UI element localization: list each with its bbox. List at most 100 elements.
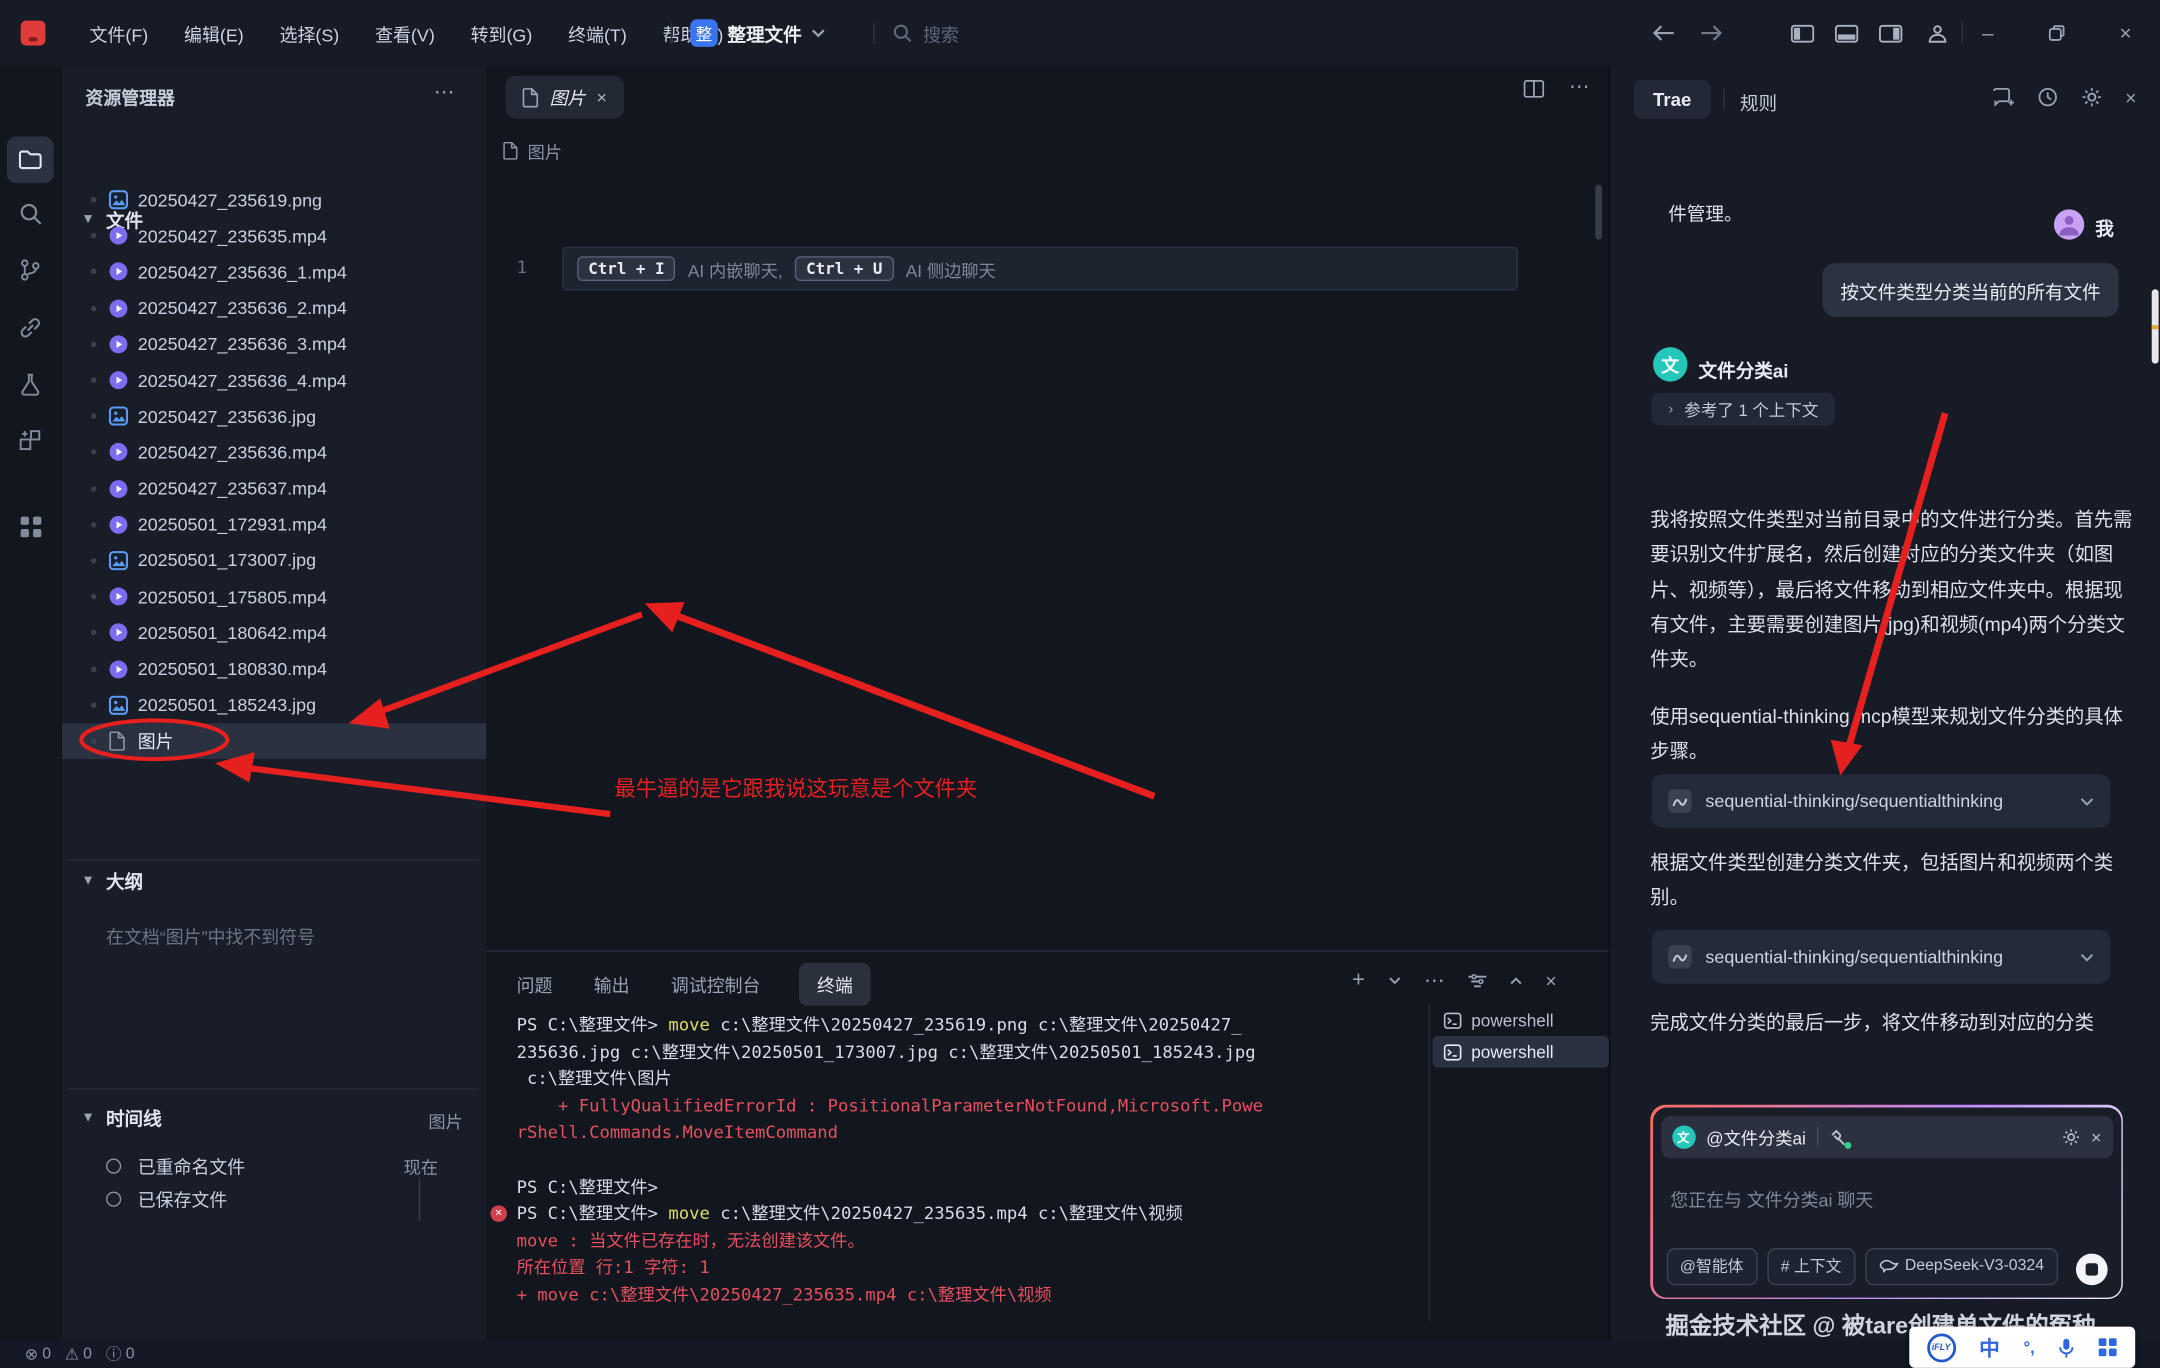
panel-tab-问题[interactable]: 问题 — [514, 963, 555, 1006]
file-row[interactable]: 20250427_235636_2.mp4 — [62, 290, 486, 326]
nav-back-button[interactable] — [1648, 17, 1681, 50]
file-row[interactable]: 20250427_235635.mp4 — [62, 218, 486, 254]
timeline-section-header[interactable]: ▼ 时间线 — [81, 1103, 161, 1131]
restore-button[interactable] — [2040, 17, 2073, 50]
chat-input-placeholder[interactable]: 您正在与 文件分类ai 聊天 — [1670, 1185, 1873, 1211]
file-row[interactable]: 20250427_235636_4.mp4 — [62, 362, 486, 398]
chevron-down-icon — [2080, 953, 2094, 961]
tab-trae[interactable]: Trae — [1634, 80, 1711, 119]
settings-gear-icon[interactable] — [2081, 87, 2102, 109]
ime-toolbar: iFLY 中 °, — [1909, 1327, 2135, 1368]
file-row[interactable]: 20250427_235636_1.mp4 — [62, 254, 486, 290]
ime-panel-grid-icon[interactable] — [2099, 1338, 2118, 1357]
toggle-bottom-panel-button[interactable] — [1829, 17, 1862, 50]
timeline-dot-icon — [106, 1191, 121, 1206]
menu-item[interactable]: 转到(G) — [453, 20, 551, 46]
tool-name: sequential-thinking/sequentialthinking — [1705, 791, 2066, 812]
chip-上下文[interactable]: # 上下文 — [1767, 1247, 1855, 1284]
menu-item[interactable]: 查看(V) — [357, 20, 453, 46]
file-row[interactable]: 20250427_235636.jpg — [62, 398, 486, 434]
timeline-item[interactable]: 已重命名文件现在 — [62, 1149, 486, 1182]
file-row[interactable]: 20250501_180642.mp4 — [62, 615, 486, 651]
mcp-tool-card-2[interactable]: sequential-thinking/sequentialthinking — [1652, 930, 2111, 984]
close-window-button[interactable]: × — [2109, 17, 2142, 50]
menu-item[interactable]: 编辑(E) — [166, 20, 262, 46]
file-row[interactable]: 20250501_173007.jpg — [62, 543, 486, 579]
minimize-button[interactable]: – — [1971, 17, 2004, 50]
apps-grid-icon[interactable] — [7, 503, 54, 550]
stop-generation-button[interactable] — [2075, 1253, 2107, 1285]
timeline-item[interactable]: 已保存文件 — [62, 1182, 486, 1215]
panel-close-icon[interactable]: × — [1545, 970, 1556, 992]
file-row[interactable]: 20250501_185243.jpg — [62, 687, 486, 723]
nav-forward-button[interactable] — [1694, 17, 1727, 50]
file-row[interactable]: 20250427_235619.png — [62, 182, 486, 218]
chat-close-icon[interactable]: × — [2091, 1126, 2101, 1147]
outline-section-header[interactable]: ▼ 大纲 — [81, 866, 143, 894]
new-terminal-icon[interactable]: + — [1352, 968, 1365, 993]
test-flask-icon[interactable] — [7, 361, 54, 408]
panel-maximize-icon[interactable] — [1510, 977, 1522, 985]
problem-counter[interactable]: ⚠0 — [65, 1344, 92, 1363]
ime-punctuation-toggle[interactable]: °, — [2023, 1338, 2034, 1357]
panel-tab-输出[interactable]: 输出 — [591, 963, 632, 1006]
search-sidebar-icon[interactable] — [7, 190, 54, 237]
chat-settings-gear-icon[interactable] — [2062, 1128, 2080, 1146]
problem-counter[interactable]: ⓘ0 — [106, 1343, 135, 1365]
ime-language-toggle[interactable]: 中 — [1979, 1333, 2000, 1362]
file-row[interactable]: 20250427_235636.mp4 — [62, 434, 486, 470]
problem-counter[interactable]: ⊗0 — [25, 1344, 51, 1363]
terminal-dropdown-icon[interactable] — [1388, 977, 1400, 985]
model-selector-chip[interactable]: DeepSeek-V3-0324 — [1865, 1247, 2058, 1284]
terminal-instance-row[interactable]: powershell — [1433, 1036, 1609, 1068]
panel-more-icon[interactable]: ⋯ — [1424, 968, 1445, 993]
breadcrumb[interactable]: 图片 — [503, 132, 562, 168]
tools-hammer-icon[interactable] — [1829, 1128, 1847, 1146]
workspace-switcher[interactable]: 整 整理文件 — [690, 0, 825, 66]
account-icon[interactable] — [1920, 17, 1953, 50]
file-row[interactable]: 20250501_175805.mp4 — [62, 579, 486, 615]
ifly-logo-icon[interactable]: iFLY — [1927, 1333, 1956, 1362]
ime-mic-icon[interactable] — [2058, 1337, 2075, 1358]
extensions-icon[interactable] — [7, 417, 54, 464]
new-chat-icon[interactable] — [1992, 87, 2014, 109]
file-row[interactable]: 20250427_235636_3.mp4 — [62, 326, 486, 362]
editor-more-icon[interactable]: ⋯ — [1569, 80, 1590, 98]
file-row[interactable]: 20250501_180830.mp4 — [62, 651, 486, 687]
split-editor-icon[interactable] — [1524, 80, 1545, 98]
editor-scrollbar[interactable] — [1595, 185, 1602, 240]
code-editor[interactable]: 1 Ctrl + I AI 内嵌聊天, Ctrl + U AI 侧边聊天 — [486, 171, 1609, 951]
assistant-avatar: 文 — [1672, 1125, 1695, 1148]
terminal-output[interactable]: PS C:\整理文件> move c:\整理文件\20250427_235619… — [517, 1011, 1426, 1308]
agent-mention[interactable]: @文件分类ai — [1706, 1123, 1806, 1149]
global-search[interactable]: 搜索 — [893, 0, 959, 66]
explorer-icon[interactable] — [7, 136, 54, 183]
close-panel-icon[interactable]: × — [2125, 87, 2136, 109]
close-tab-icon[interactable]: × — [597, 87, 607, 108]
image-file-icon — [109, 695, 128, 714]
file-row[interactable]: 图片 — [62, 723, 486, 759]
problems-status[interactable]: ⊗0 ⚠0 ⓘ0 — [25, 1343, 135, 1365]
history-icon[interactable] — [2037, 87, 2058, 109]
remote-link-icon[interactable] — [7, 304, 54, 351]
menu-item[interactable]: 文件(F) — [72, 20, 167, 46]
tab-rules[interactable]: 规则 — [1740, 88, 1777, 116]
toggle-right-sidebar-button[interactable] — [1873, 17, 1906, 50]
editor-tab-image[interactable]: 图片 × — [506, 76, 624, 119]
panel-scrollbar[interactable] — [2152, 289, 2159, 363]
file-indicator-dot — [91, 341, 97, 347]
context-reference-pill[interactable]: › 参考了 1 个上下文 — [1652, 393, 1835, 426]
file-row[interactable]: 20250501_172931.mp4 — [62, 507, 486, 543]
terminal-instance-row[interactable]: powershell — [1433, 1004, 1609, 1036]
menu-item[interactable]: 选择(S) — [262, 20, 358, 46]
toggle-left-sidebar-button[interactable] — [1785, 17, 1818, 50]
panel-tab-调试控制台[interactable]: 调试控制台 — [668, 963, 763, 1006]
mcp-tool-card-1[interactable]: sequential-thinking/sequentialthinking — [1652, 774, 2111, 828]
menu-item[interactable]: 终端(T) — [550, 20, 645, 46]
chip-智能体[interactable]: @智能体 — [1666, 1247, 1757, 1284]
source-control-icon[interactable] — [7, 247, 54, 294]
file-row[interactable]: 20250427_235637.mp4 — [62, 470, 486, 506]
sidebar-more-icon[interactable]: ⋯ — [434, 80, 456, 105]
panel-tab-终端[interactable]: 终端 — [799, 963, 871, 1006]
panel-filter-icon[interactable] — [1468, 973, 1486, 988]
